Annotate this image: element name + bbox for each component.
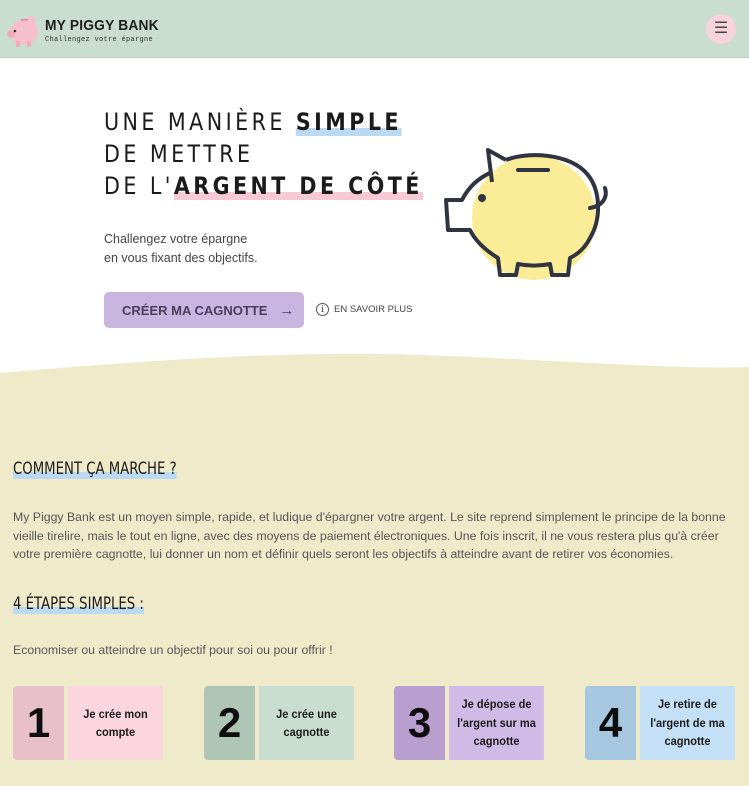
brand-subtitle: Challengez votre épargne [45, 36, 154, 44]
steps-title: 4 ÉTAPES SIMPLES : [13, 594, 144, 614]
step-label: Je dépose de l'argent sur ma cagnotte [449, 686, 544, 760]
hero-title: UNE MANIÈRE SIMPLE DE METTRE DE L'ARGENT… [104, 106, 423, 202]
arrow-right-icon: → [279, 301, 295, 319]
learn-more-label: EN SAVOIR PLUS [334, 304, 413, 315]
step-number: 2 [204, 686, 255, 760]
hero-description-line1: Challengez votre épargne [104, 232, 248, 246]
piggy-bank-logo-icon[interactable] [6, 9, 42, 49]
site-header: MY PIGGY BANK Challengez votre épargne ☰ [0, 0, 749, 58]
piggy-bank-illustration-icon [444, 148, 608, 280]
steps-subtitle: Economiser ou atteindre un objectif pour… [13, 643, 333, 657]
step-number: 3 [394, 686, 445, 760]
step-number: 1 [13, 686, 64, 760]
hero-title-highlight-simple: SIMPLE [295, 108, 402, 136]
hero-title-line1: UNE MANIÈRE [104, 108, 296, 136]
step-card-4: 4 Je retire de l'argent de ma cagnotte [585, 686, 739, 760]
hero-title-line3: DE L' [104, 172, 174, 200]
step-label: Je crée mon compte [68, 686, 163, 760]
hero-title-highlight-argent: ARGENT DE CÔTÉ [173, 172, 423, 200]
create-piggy-label: CRÉER MA CAGNOTTE [122, 302, 268, 318]
menu-button[interactable]: ☰ [706, 14, 736, 44]
learn-more-link[interactable]: i EN SAVOIR PLUS [316, 303, 413, 316]
step-card-2: 2 Je crée une cagnotte [204, 686, 358, 760]
hamburger-icon: ☰ [713, 20, 729, 37]
step-label: Je crée une cagnotte [259, 686, 354, 760]
step-number: 4 [585, 686, 636, 760]
hero-title-line2: DE METTRE [104, 140, 254, 168]
step-card-1: 1 Je crée mon compte [13, 686, 167, 760]
step-label: Je retire de l'argent de ma cagnotte [640, 686, 735, 760]
brand-title[interactable]: MY PIGGY BANK [45, 17, 159, 34]
how-it-works-title: COMMENT ÇA MARCHE ? [13, 459, 177, 479]
hero-description: Challengez votre épargne en vous fixant … [104, 230, 258, 268]
create-piggy-button[interactable]: CRÉER MA CAGNOTTE → [104, 292, 304, 328]
hero-description-line2: en vous fixant des objectifs. [104, 251, 258, 265]
step-card-3: 3 Je dépose de l'argent sur ma cagnotte [394, 686, 548, 760]
info-icon: i [316, 303, 329, 316]
how-it-works-text: My Piggy Bank est un moyen simple, rapid… [13, 510, 726, 561]
